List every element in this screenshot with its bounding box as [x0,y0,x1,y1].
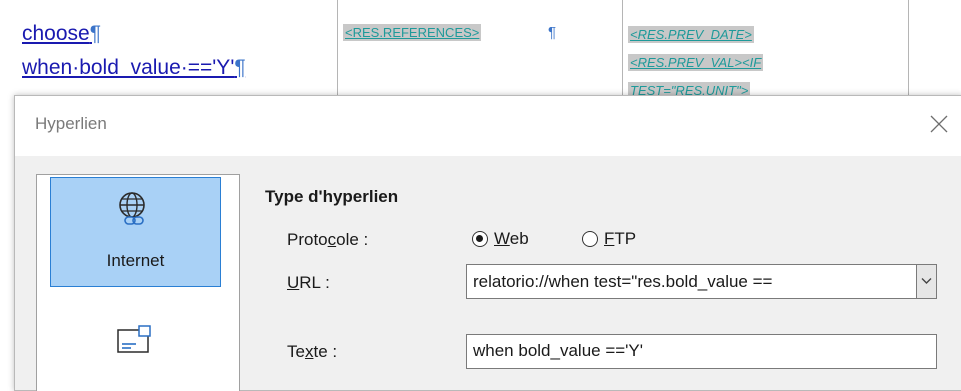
radio-web-indicator [472,231,488,247]
url-dropdown-button[interactable] [916,265,936,298]
doc-line-when[interactable]: when·bold_value·=='Y'¶ [22,56,246,80]
category-mail[interactable] [50,305,221,385]
close-button[interactable] [916,96,961,156]
field-res-prev-date[interactable]: <RES.PREV_DATE> [628,26,754,43]
table-border [622,0,623,110]
mail-icon [117,325,153,360]
chevron-down-icon [921,278,932,284]
document-area: choose¶ when·bold_value·=='Y'¶ <RES.REFE… [0,0,961,110]
field-res-prev-val[interactable]: <RES.PREV_VAL><IF [628,54,764,71]
category-panel: Internet [36,174,240,391]
pilcrow: ¶ [89,22,101,45]
radio-web-label: Web [494,229,529,248]
table-border [908,0,909,110]
doc-line-choose-text: choose [22,22,90,45]
url-combobox[interactable]: relatorio://when test="res.bold_value == [466,264,937,299]
url-value: relatorio://when test="res.bold_value == [473,272,773,291]
pilcrow: ¶ [548,24,557,41]
hyperlink-dialog: Hyperlien Internet Type d'hyperlien Prot… [14,95,961,391]
radio-ftp-label: FTP [604,229,637,248]
text-label: Texte : [287,342,338,361]
dialog-titlebar[interactable]: Hyperlien [15,96,961,156]
category-internet-label: Internet [106,251,165,270]
field-res-references[interactable]: <RES.REFERENCES> [343,24,482,41]
url-label: URL : [287,273,330,292]
pilcrow: ¶ [234,56,246,79]
table-border [337,0,338,110]
text-field[interactable] [466,334,937,369]
close-icon [930,115,948,133]
globe-link-icon [115,190,155,239]
protocol-label: Protocole : [287,230,369,249]
category-internet[interactable]: Internet [50,177,221,287]
dialog-title: Hyperlien [35,114,107,133]
section-title-hyperlink-type: Type d'hyperlien [265,187,399,206]
text-input[interactable] [473,341,913,361]
radio-ftp-indicator [582,231,598,247]
doc-line-when-text: when·bold_value·=='Y' [22,56,235,79]
doc-line-choose[interactable]: choose¶ [22,22,101,46]
